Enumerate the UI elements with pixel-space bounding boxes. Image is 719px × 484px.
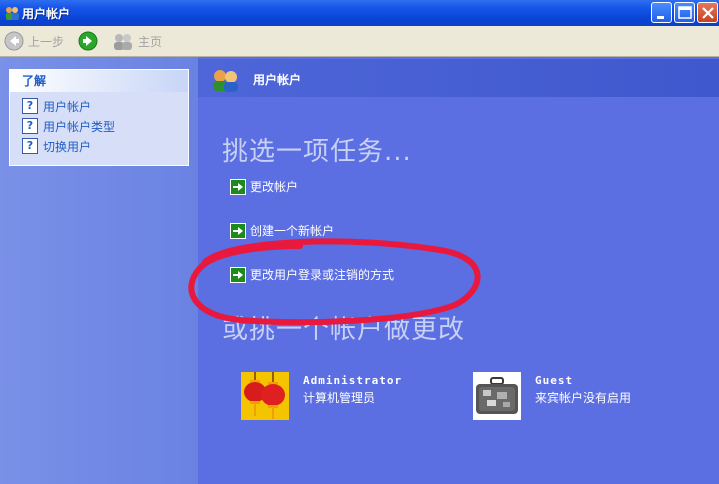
- account-administrator[interactable]: Administrator 计算机管理员: [241, 372, 402, 420]
- learn-item-label: 用户帐户: [43, 99, 92, 114]
- task-create-account[interactable]: 创建一个新帐户: [230, 222, 334, 239]
- left-task-pane: 了解 ? 用户帐户 ? 用户帐户类型 ? 切换用户: [0, 57, 198, 484]
- help-icon: ?: [22, 118, 38, 134]
- users-app-icon: [6, 7, 19, 20]
- account-role: 来宾帐户没有启用: [535, 391, 632, 405]
- close-button[interactable]: [697, 2, 718, 23]
- task-change-account[interactable]: 更改帐户: [230, 178, 298, 195]
- minimize-button[interactable]: [651, 2, 672, 23]
- account-name: Administrator: [303, 374, 403, 387]
- pick-task-heading: 挑选一项任务...: [222, 137, 412, 167]
- task-label: 更改帐户: [250, 180, 299, 194]
- main-header-title: 用户帐户: [253, 73, 302, 87]
- suitcase-picture: [473, 372, 521, 420]
- home-button[interactable]: 主页: [112, 30, 162, 52]
- learn-item-user-accounts[interactable]: ? 用户帐户: [10, 96, 188, 116]
- red-lanterns-picture: [241, 372, 289, 420]
- learn-item-switch-users[interactable]: ? 切换用户: [10, 136, 188, 156]
- task-label: 更改用户登录或注销的方式: [250, 268, 395, 282]
- learn-about-box: 了解 ? 用户帐户 ? 用户帐户类型 ? 切换用户: [9, 69, 189, 166]
- title-bar: 用户帐户: [0, 0, 719, 26]
- home-label: 主页: [138, 34, 163, 49]
- green-arrow-icon: [230, 178, 246, 195]
- main-header: 用户帐户: [198, 59, 719, 97]
- learn-item-label: 用户帐户类型: [43, 119, 116, 134]
- help-icon: ?: [22, 138, 38, 154]
- help-icon: ?: [22, 98, 38, 114]
- pick-account-heading: 或挑一个帐户做更改: [222, 315, 466, 345]
- toolbar: 上一步 主页: [0, 26, 719, 57]
- user-accounts-icon: [213, 70, 238, 92]
- back-button[interactable]: 上一步: [4, 30, 64, 52]
- learn-about-list: ? 用户帐户 ? 用户帐户类型 ? 切换用户: [10, 92, 188, 165]
- task-change-logon[interactable]: 更改用户登录或注销的方式: [230, 266, 394, 283]
- account-guest[interactable]: Guest 来宾帐户没有启用: [473, 372, 631, 420]
- close-icon: [702, 7, 714, 19]
- learn-item-account-types[interactable]: ? 用户帐户类型: [10, 116, 188, 136]
- account-role: 计算机管理员: [303, 391, 376, 405]
- green-arrow-icon: [230, 266, 246, 283]
- users-home-icon: [114, 34, 132, 50]
- minimize-icon: [657, 16, 664, 19]
- green-arrow-icon: [230, 222, 246, 239]
- account-name: Guest: [535, 374, 574, 387]
- learn-about-title: 了解: [10, 70, 188, 92]
- back-arrow-icon: [4, 31, 24, 51]
- back-label: 上一步: [28, 34, 65, 49]
- forward-arrow-icon: [78, 31, 98, 51]
- learn-item-label: 切换用户: [43, 139, 92, 154]
- task-label: 创建一个新帐户: [250, 224, 335, 238]
- main-content: 用户帐户 挑选一项任务... 更改帐户 创建一个新帐户 更改用户登录或注销的方式…: [198, 57, 719, 484]
- window-title: 用户帐户: [22, 7, 71, 21]
- forward-button[interactable]: [78, 30, 98, 52]
- maximize-button[interactable]: [674, 2, 695, 23]
- maximize-icon: [678, 6, 692, 19]
